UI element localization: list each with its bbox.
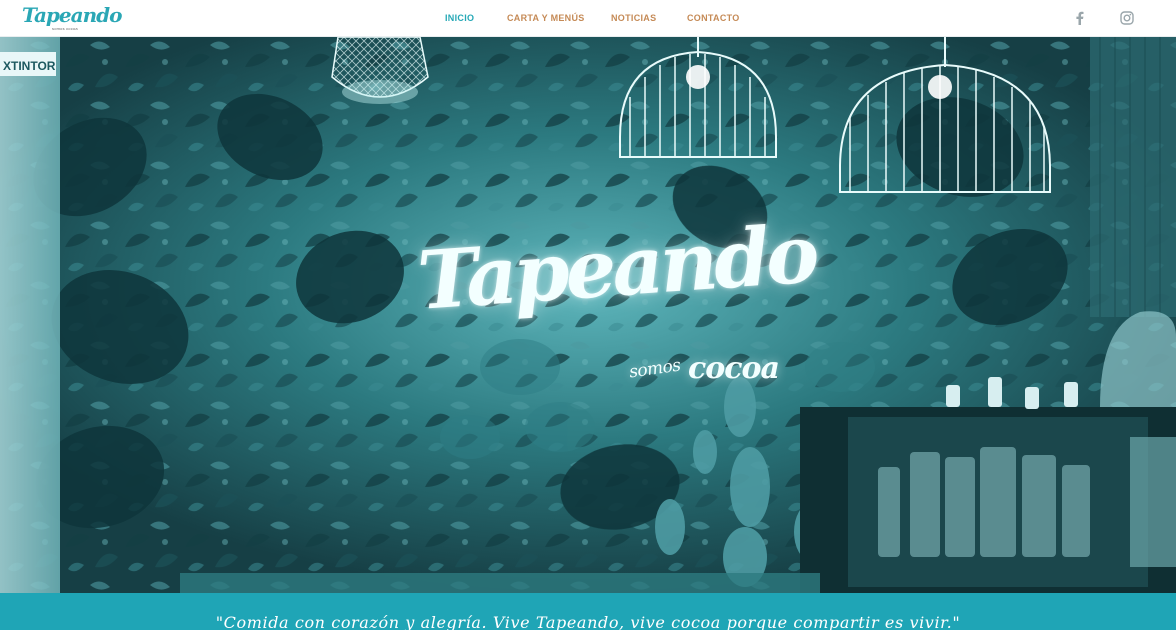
banner-quote: "Comida con corazón y alegría. Vive Tape… [215,613,961,630]
extintor-sign: XTINTOR [3,59,56,73]
instagram-icon[interactable] [1119,10,1135,26]
site-header: Tapeando somos cocoa INICIO CARTA Y MENÚ… [0,0,1176,37]
quote-banner: "Comida con corazón y alegría. Vive Tape… [0,593,1176,630]
lamp-left [331,37,429,104]
hero-section: XTINTOR Tapeando somos cocoa [0,37,1176,593]
nav-item-inicio[interactable]: INICIO [445,12,474,24]
nav-item-noticias[interactable]: NOTICIAS [611,12,656,24]
main-nav: INICIO CARTA Y MENÚS NOTICIAS CONTACTO [0,12,1176,26]
nav-item-contacto[interactable]: CONTACTO [687,12,740,24]
hero-subtitle-big: cocoa [688,351,780,386]
logo-subtext: somos cocoa [52,26,78,31]
facebook-icon[interactable] [1072,10,1088,26]
nav-item-carta-y-menus[interactable]: CARTA Y MENÚS [507,12,585,24]
